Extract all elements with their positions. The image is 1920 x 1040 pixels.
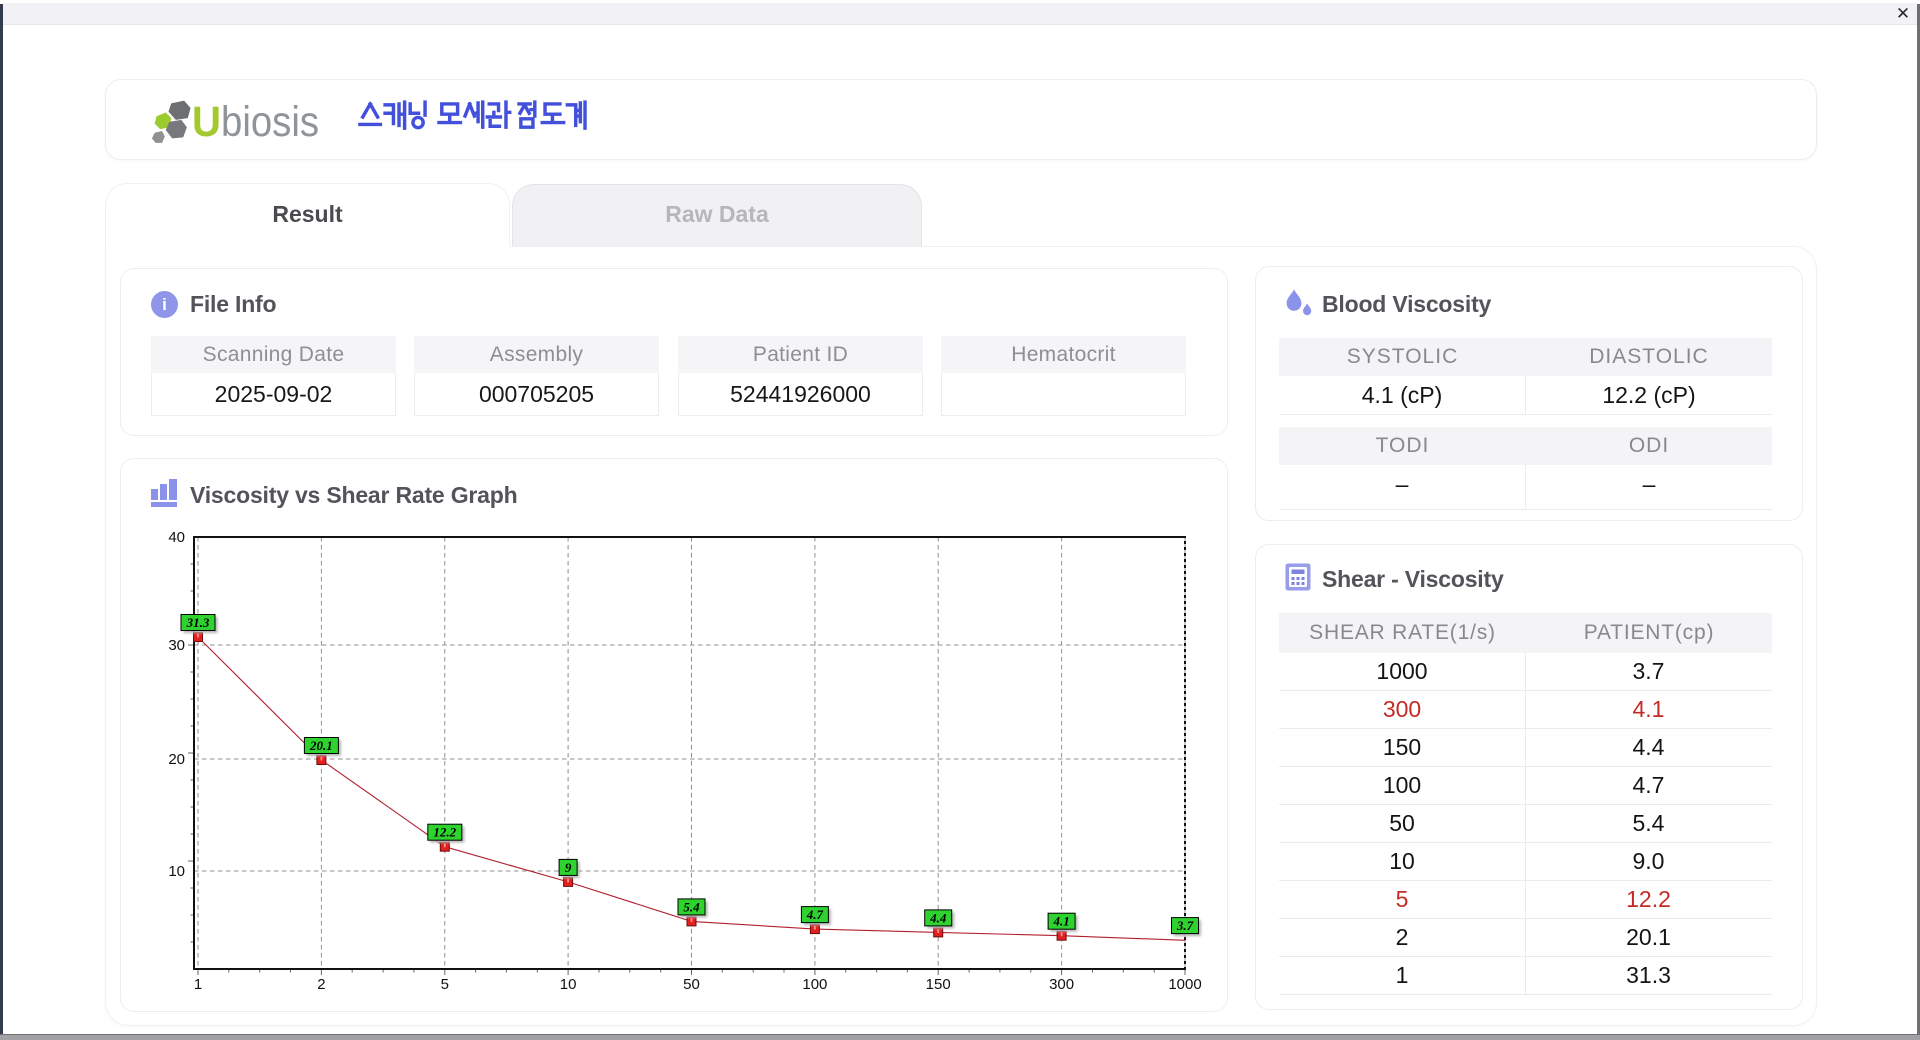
svg-text:10: 10 [560, 976, 577, 993]
svg-text:1000: 1000 [1168, 976, 1201, 993]
svg-text:4.4: 4.4 [929, 910, 947, 925]
svg-text:150: 150 [926, 976, 951, 993]
svg-text:20.1: 20.1 [309, 738, 333, 753]
svg-text:2: 2 [317, 976, 325, 993]
svg-text:3.7: 3.7 [1176, 918, 1194, 933]
svg-text:30: 30 [168, 637, 185, 654]
svg-text:biosis: biosis [221, 98, 319, 146]
svg-text:5: 5 [441, 976, 449, 993]
svg-text:50: 50 [683, 976, 700, 993]
svg-text:5.4: 5.4 [683, 899, 700, 914]
svg-text:4.7: 4.7 [806, 907, 824, 922]
svg-text:300: 300 [1049, 976, 1074, 993]
svg-text:U: U [192, 98, 221, 146]
svg-text:1: 1 [194, 976, 202, 993]
svg-text:100: 100 [802, 976, 827, 993]
svg-text:9: 9 [565, 860, 572, 875]
svg-text:10: 10 [168, 863, 185, 880]
svg-text:20: 20 [168, 751, 185, 768]
svg-text:40: 40 [168, 529, 185, 546]
svg-text:12.2: 12.2 [433, 825, 456, 840]
svg-text:4.1: 4.1 [1052, 914, 1069, 929]
svg-text:31.3: 31.3 [186, 615, 210, 630]
